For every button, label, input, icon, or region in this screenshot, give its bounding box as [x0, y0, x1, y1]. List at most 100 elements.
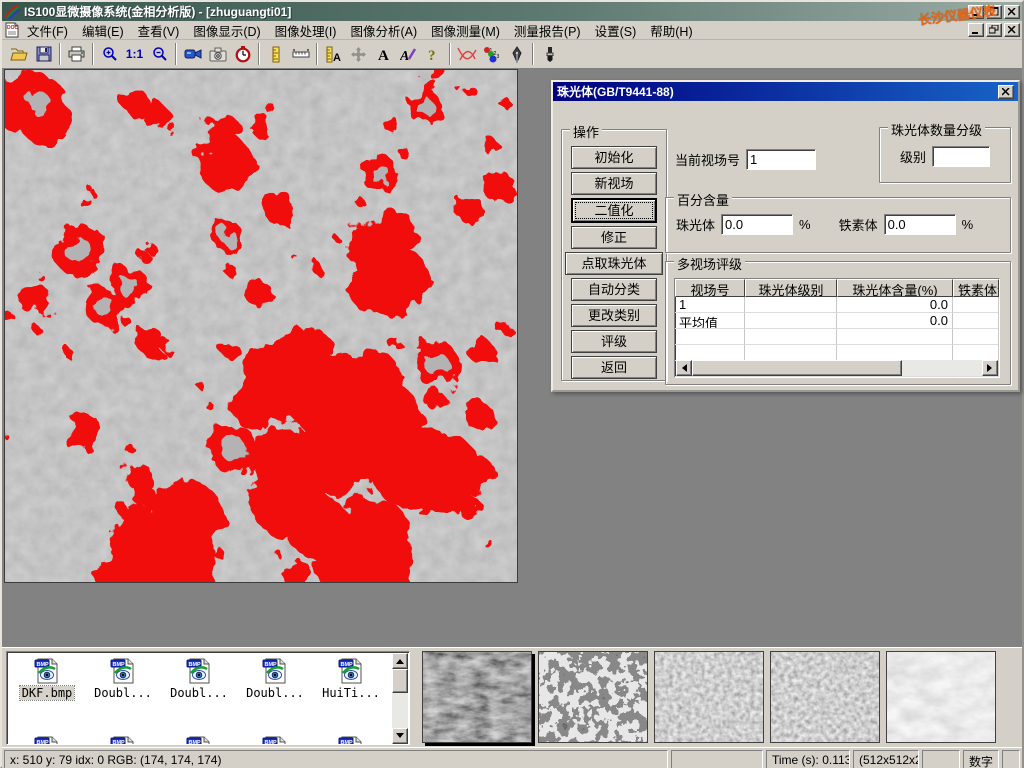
ferrite-percent-input[interactable] — [884, 214, 956, 235]
metallograph-image[interactable] — [4, 69, 518, 583]
auto-classify-button[interactable]: 自动分类 — [571, 278, 657, 301]
table-header-row: 视场号 珠光体级别 珠光体含量(%) 铁素体含量(%) — [675, 279, 999, 297]
init-button[interactable]: 初始化 — [571, 146, 657, 169]
actual-size-button[interactable]: 1:1 — [122, 42, 147, 67]
scroll-left-icon[interactable] — [676, 360, 692, 376]
ruler-vertical-icon[interactable] — [263, 42, 288, 67]
scroll-thumb[interactable] — [392, 669, 408, 693]
current-field-input[interactable] — [746, 149, 816, 170]
multi-field-group-label: 多视场评级 — [674, 254, 745, 273]
menu-settings[interactable]: 设置(S) — [588, 20, 644, 41]
cell: 0.0 — [837, 297, 953, 313]
return-button[interactable]: 返回 — [571, 356, 657, 379]
zoom-out-icon[interactable] — [147, 42, 172, 67]
timer-icon[interactable] — [230, 42, 255, 67]
correct-button[interactable]: 修正 — [571, 226, 657, 249]
ruler-horizontal-icon[interactable] — [288, 42, 313, 67]
menu-image-analysis[interactable]: 图像分析(A) — [343, 20, 424, 41]
menu-image-measure[interactable]: 图像测量(M) — [424, 20, 507, 41]
phase-points-icon[interactable]: 123 — [479, 42, 504, 67]
menu-measure-report[interactable]: 测量报告(P) — [507, 20, 588, 41]
mdi-minimize-button[interactable] — [968, 23, 984, 37]
change-class-button[interactable]: 更改类别 — [571, 304, 657, 327]
file-item-clipped[interactable]: BMP — [317, 735, 385, 745]
file-item-clipped[interactable]: BMP — [241, 735, 309, 745]
file-label[interactable]: HuiTi... — [320, 686, 382, 700]
toolbar-separator — [532, 43, 534, 65]
curve-trace-icon[interactable] — [454, 42, 479, 67]
menu-view[interactable]: 查看(V) — [131, 20, 187, 41]
rate-button[interactable]: 评级 — [571, 330, 657, 353]
menu-image-display[interactable]: 图像显示(D) — [186, 20, 267, 41]
grade-level-label: 级别 — [900, 147, 926, 166]
thumbnail-4[interactable] — [770, 651, 880, 743]
thumbnail-1[interactable] — [422, 651, 532, 743]
file-label[interactable]: Doubl... — [244, 686, 306, 700]
minimize-button[interactable] — [968, 5, 984, 19]
close-button[interactable] — [1004, 5, 1020, 19]
file-item-clipped[interactable]: BMP — [165, 735, 233, 745]
brush-icon[interactable] — [537, 42, 562, 67]
mdi-close-button[interactable] — [1004, 23, 1020, 37]
thumbnail-3[interactable] — [654, 651, 764, 743]
thumbnail-2[interactable] — [538, 651, 648, 743]
dialog-title-bar[interactable]: 珠光体(GB/T9441-88) — [553, 82, 1018, 101]
file-label[interactable]: Doubl... — [168, 686, 230, 700]
thumbnail-5[interactable] — [886, 651, 996, 743]
camera-capture-icon[interactable] — [205, 42, 230, 67]
file-item-clipped[interactable]: BMP — [13, 735, 81, 745]
menu-help[interactable]: 帮助(H) — [643, 20, 699, 41]
calibration-ruler-icon[interactable]: A — [321, 42, 346, 67]
toolbar-separator — [449, 43, 451, 65]
text-annotate-icon[interactable]: A — [371, 42, 396, 67]
toolbar: 1:1 A A A ? 123 — [2, 40, 1022, 69]
pick-pearlite-button[interactable]: 点取珠光体 — [565, 252, 663, 275]
grade-level-input[interactable] — [932, 146, 990, 167]
file-label[interactable]: Doubl... — [92, 686, 154, 700]
table-row[interactable]: 平均值 0.0 — [675, 313, 999, 329]
status-bar: x: 510 y: 79 idx: 0 RGB: (174, 174, 174)… — [2, 747, 1022, 768]
table-row-empty — [675, 345, 999, 361]
file-list[interactable]: BMP DKF.bmp BMP Doubl... BMP Doubl... — [6, 651, 410, 745]
scroll-right-icon[interactable] — [982, 360, 998, 376]
mdi-restore-button[interactable] — [986, 23, 1002, 37]
file-label[interactable]: DKF.bmp — [20, 686, 75, 700]
file-item[interactable]: BMP DKF.bmp — [13, 657, 81, 700]
svg-text:BMP: BMP — [341, 740, 354, 745]
toolbar-separator — [316, 43, 318, 65]
file-list-v-scrollbar[interactable] — [392, 653, 408, 744]
binarize-button[interactable]: 二值化 — [571, 198, 657, 223]
video-capture-icon[interactable] — [180, 42, 205, 67]
toolbar-separator — [175, 43, 177, 65]
file-item[interactable]: BMP HuiTi... — [317, 657, 385, 700]
open-file-icon[interactable] — [6, 42, 31, 67]
maximize-button[interactable] — [986, 5, 1002, 19]
pearlite-percent-input[interactable] — [721, 214, 793, 235]
cell — [745, 313, 837, 329]
bmp-file-icon: BMP — [110, 657, 136, 685]
file-item-clipped[interactable]: BMP — [89, 735, 157, 745]
rating-table[interactable]: 视场号 珠光体级别 珠光体含量(%) 铁素体含量(%) 1 0.0 平均值 — [674, 278, 1000, 378]
pen-icon[interactable] — [504, 42, 529, 67]
help-icon[interactable]: ? — [421, 42, 446, 67]
new-field-button[interactable]: 新视场 — [571, 172, 657, 195]
menu-edit[interactable]: 编辑(E) — [75, 20, 131, 41]
scroll-down-icon[interactable] — [392, 728, 408, 744]
dialog-close-icon[interactable] — [998, 85, 1014, 99]
text-edit-icon[interactable]: A — [396, 42, 421, 67]
save-icon[interactable] — [31, 42, 56, 67]
menu-image-process[interactable]: 图像处理(I) — [268, 20, 344, 41]
move-cross-icon[interactable] — [346, 42, 371, 67]
print-icon[interactable] — [64, 42, 89, 67]
scroll-up-icon[interactable] — [392, 653, 408, 669]
file-item[interactable]: BMP Doubl... — [89, 657, 157, 700]
scroll-thumb[interactable] — [692, 360, 902, 376]
file-item[interactable]: BMP Doubl... — [165, 657, 233, 700]
document-icon[interactable]: DOC — [4, 22, 20, 38]
file-item[interactable]: BMP Doubl... — [241, 657, 309, 700]
zoom-in-icon[interactable] — [97, 42, 122, 67]
table-row[interactable]: 1 0.0 — [675, 297, 999, 313]
menu-file[interactable]: 文件(F) — [20, 20, 75, 41]
table-h-scrollbar[interactable] — [676, 360, 998, 376]
dialog-title: 珠光体(GB/T9441-88) — [557, 83, 674, 100]
